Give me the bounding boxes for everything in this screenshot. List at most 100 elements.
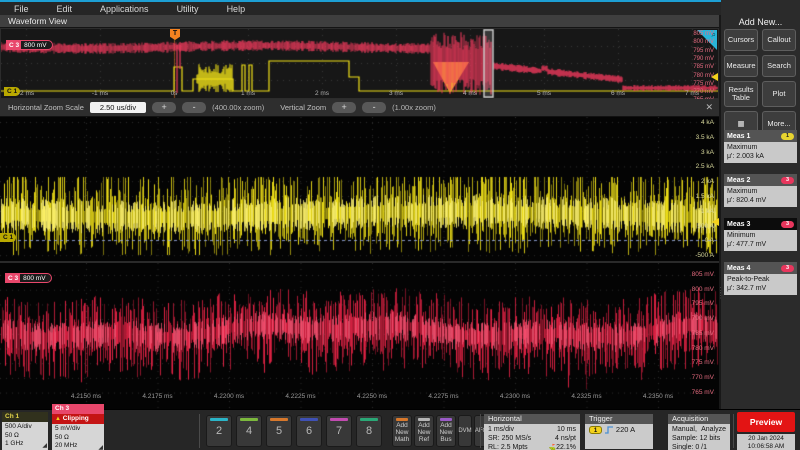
overview-y-tick: 770 mV — [693, 89, 714, 96]
meas-card-1[interactable]: Meas 11Maximumμ': 2.003 kA — [724, 130, 797, 163]
h-zoom-plus-button[interactable]: + — [152, 102, 176, 113]
meas-source-badge: 1 — [781, 133, 794, 140]
meas-value: μ': 477.7 mV — [727, 240, 794, 249]
main-x-tick: 4.2275 ms — [428, 393, 458, 400]
main-x-tick: 4.2250 ms — [357, 393, 387, 400]
meas-body: Peak-to-Peakμ': 342.7 mV — [724, 274, 797, 295]
search-button[interactable]: Search — [762, 55, 796, 77]
cursors-button[interactable]: Cursors — [724, 29, 758, 51]
rising-edge-icon — [604, 425, 614, 435]
add-color-stripe — [396, 418, 408, 421]
meas-name: Meas 3 — [727, 221, 750, 228]
oscilloscope-app: FileEditApplicationsUtilityHelp Tektroni… — [0, 0, 800, 450]
meas-source-badge: 3 — [781, 221, 794, 228]
menu-edit[interactable]: Edit — [43, 4, 87, 14]
ch3-channel-label[interactable]: C 3 800 mV — [5, 273, 52, 283]
overview-x-tick: -1 ms — [92, 90, 108, 97]
ch1-y-tick: 3.5 kA — [696, 134, 714, 141]
ch3-y-tick: 790 mV — [692, 315, 714, 322]
channel-4-button[interactable]: 4 — [236, 415, 262, 447]
channel-5-button[interactable]: 5 — [266, 415, 292, 447]
main-x-tick: 4.2225 ms — [285, 393, 315, 400]
add-label: Add New Bus — [439, 422, 452, 443]
main-x-tick: 4.2200 ms — [214, 393, 244, 400]
zoom-scale-bar: Horizontal Zoom Scale 2.50 us/div + - (4… — [0, 99, 719, 117]
meas-card-4[interactable]: Meas 43Peak-to-Peakμ': 342.7 mV — [724, 262, 797, 295]
meas-card-2[interactable]: Meas 23Maximumμ': 820.4 mV — [724, 174, 797, 207]
v-zoom-plus-button[interactable]: + — [332, 102, 356, 113]
tab-waveform-view[interactable]: Waveform View — [0, 15, 719, 28]
badge-row: 50 Ω — [5, 432, 45, 441]
menu-utility[interactable]: Utility — [163, 4, 213, 14]
channel-color-stripe — [300, 418, 318, 421]
horizontal-row: RL: 2.5 Mpts⛳22.1% — [488, 443, 576, 450]
overview-ch3-label[interactable]: C 3 800 mV — [6, 40, 53, 50]
trigger-level-value: 220 A — [616, 425, 635, 434]
meas-type: Peak-to-Peak — [727, 275, 794, 284]
meas-body: Minimumμ': 477.7 mV — [724, 230, 797, 251]
preview-button[interactable]: Preview — [737, 412, 795, 432]
main-x-tick: 4.2300 ms — [500, 393, 530, 400]
results-table-button[interactable]: Results Table — [724, 81, 758, 107]
h-zoom-scale-label: Horizontal Zoom Scale — [8, 103, 84, 112]
expand-icon: ◢ — [42, 442, 47, 449]
channel-8-button[interactable]: 8 — [356, 415, 382, 447]
meas-name: Meas 2 — [727, 177, 750, 184]
tab-bar: Waveform View — [0, 15, 719, 28]
overview-y-tick: 790 mV — [693, 56, 714, 63]
trigger-panel[interactable]: Trigger 1 220 A — [585, 414, 653, 449]
ch1-y-tick: 1 kA — [701, 208, 714, 215]
overview-x-tick: 0s — [171, 90, 178, 97]
dvm-button[interactable]: DVM — [458, 415, 472, 447]
main-x-tick: 4.2325 ms — [571, 393, 601, 400]
ch1-badge[interactable]: Ch 1 500 A/div50 Ω1 GHz◢ — [2, 412, 48, 450]
close-zoom-icon[interactable]: ✕ — [705, 102, 713, 113]
horizontal-panel[interactable]: Horizontal 1 ms/div10 msSR: 250 MS/s4 ns… — [484, 414, 580, 450]
meas-card-3[interactable]: Meas 3 3 Minimumμ': 477.7 mV — [724, 218, 797, 251]
add-new-header: Add New... — [721, 0, 800, 27]
zoomed-waveform-view[interactable]: C 1 C 3 800 mV 4 kA3.5 kA3 kA2.5 kA2 kA1… — [0, 117, 719, 409]
meas-body: Maximumμ': 820.4 mV — [724, 186, 797, 207]
menu-file[interactable]: File — [0, 4, 43, 14]
ch1-waveform-canvas[interactable] — [0, 117, 719, 261]
v-zoom-minus-button[interactable]: - — [362, 102, 386, 113]
badge-row: 5 mV/div — [55, 425, 101, 434]
plot-button[interactable]: Plot — [762, 81, 796, 107]
ch3-y-tick: 780 mV — [692, 345, 714, 352]
ch3-waveform-canvas[interactable] — [0, 263, 719, 409]
meas-header: Meas 23 — [724, 174, 797, 186]
ch3-y-tick: 770 mV — [692, 374, 714, 381]
channel-6-button[interactable]: 6 — [296, 415, 322, 447]
callout-button[interactable]: Callout — [762, 29, 796, 51]
channel-7-button[interactable]: 7 — [326, 415, 352, 447]
ch3-y-tick: 800 mV — [692, 286, 714, 293]
ch1-y-tick: 2 kA — [701, 178, 714, 185]
acquisition-row: Sample: 12 bits — [672, 434, 726, 443]
ch3-badge[interactable]: Ch 3 ▲ Clipping 5 mV/div50 Ω20 MHz◢ — [52, 404, 104, 450]
ch1-y-tick: 2.5 kA — [696, 163, 714, 170]
h-zoom-scale-value[interactable]: 2.50 us/div — [90, 102, 146, 113]
channel-2-button[interactable]: 2 — [206, 415, 232, 447]
overview-waveform-canvas[interactable] — [1, 29, 718, 98]
ch1-ground-marker[interactable]: C 1 — [0, 233, 16, 242]
meas-body: Maximumμ': 2.003 kA — [724, 142, 797, 163]
h-zoom-minus-button[interactable]: - — [182, 102, 206, 113]
acquisition-panel[interactable]: Acquisition Manual,AnalyzeSample: 12 bit… — [668, 414, 730, 450]
menu-applications[interactable]: Applications — [86, 4, 163, 14]
menu-help[interactable]: Help — [213, 4, 260, 14]
ch1-y-tick: -500 A — [695, 252, 714, 259]
overview-y-tick: 805 mV — [693, 31, 714, 38]
menu-bar: FileEditApplicationsUtilityHelp — [0, 2, 800, 15]
channel-color-stripe — [330, 418, 348, 421]
meas-value: μ': 342.7 mV — [727, 284, 794, 293]
expand-icon: ◢ — [98, 444, 103, 450]
ch3-y-tick: 805 mV — [692, 271, 714, 278]
overview-graticule[interactable]: T C 3 800 mV C 1 ⌕ -2 ms-1 ms0s1 ms2 ms3… — [0, 28, 719, 99]
add-new-ref-button[interactable]: Add New Ref — [414, 415, 434, 447]
add-color-stripe — [440, 418, 452, 421]
add-new-math-button[interactable]: Add New Math — [392, 415, 412, 447]
add-label: Add New Ref — [417, 422, 430, 443]
measure-button[interactable]: Measure — [724, 55, 758, 77]
add-new-bus-button[interactable]: Add New Bus — [436, 415, 456, 447]
trigger-source-badge: 1 — [589, 426, 602, 434]
